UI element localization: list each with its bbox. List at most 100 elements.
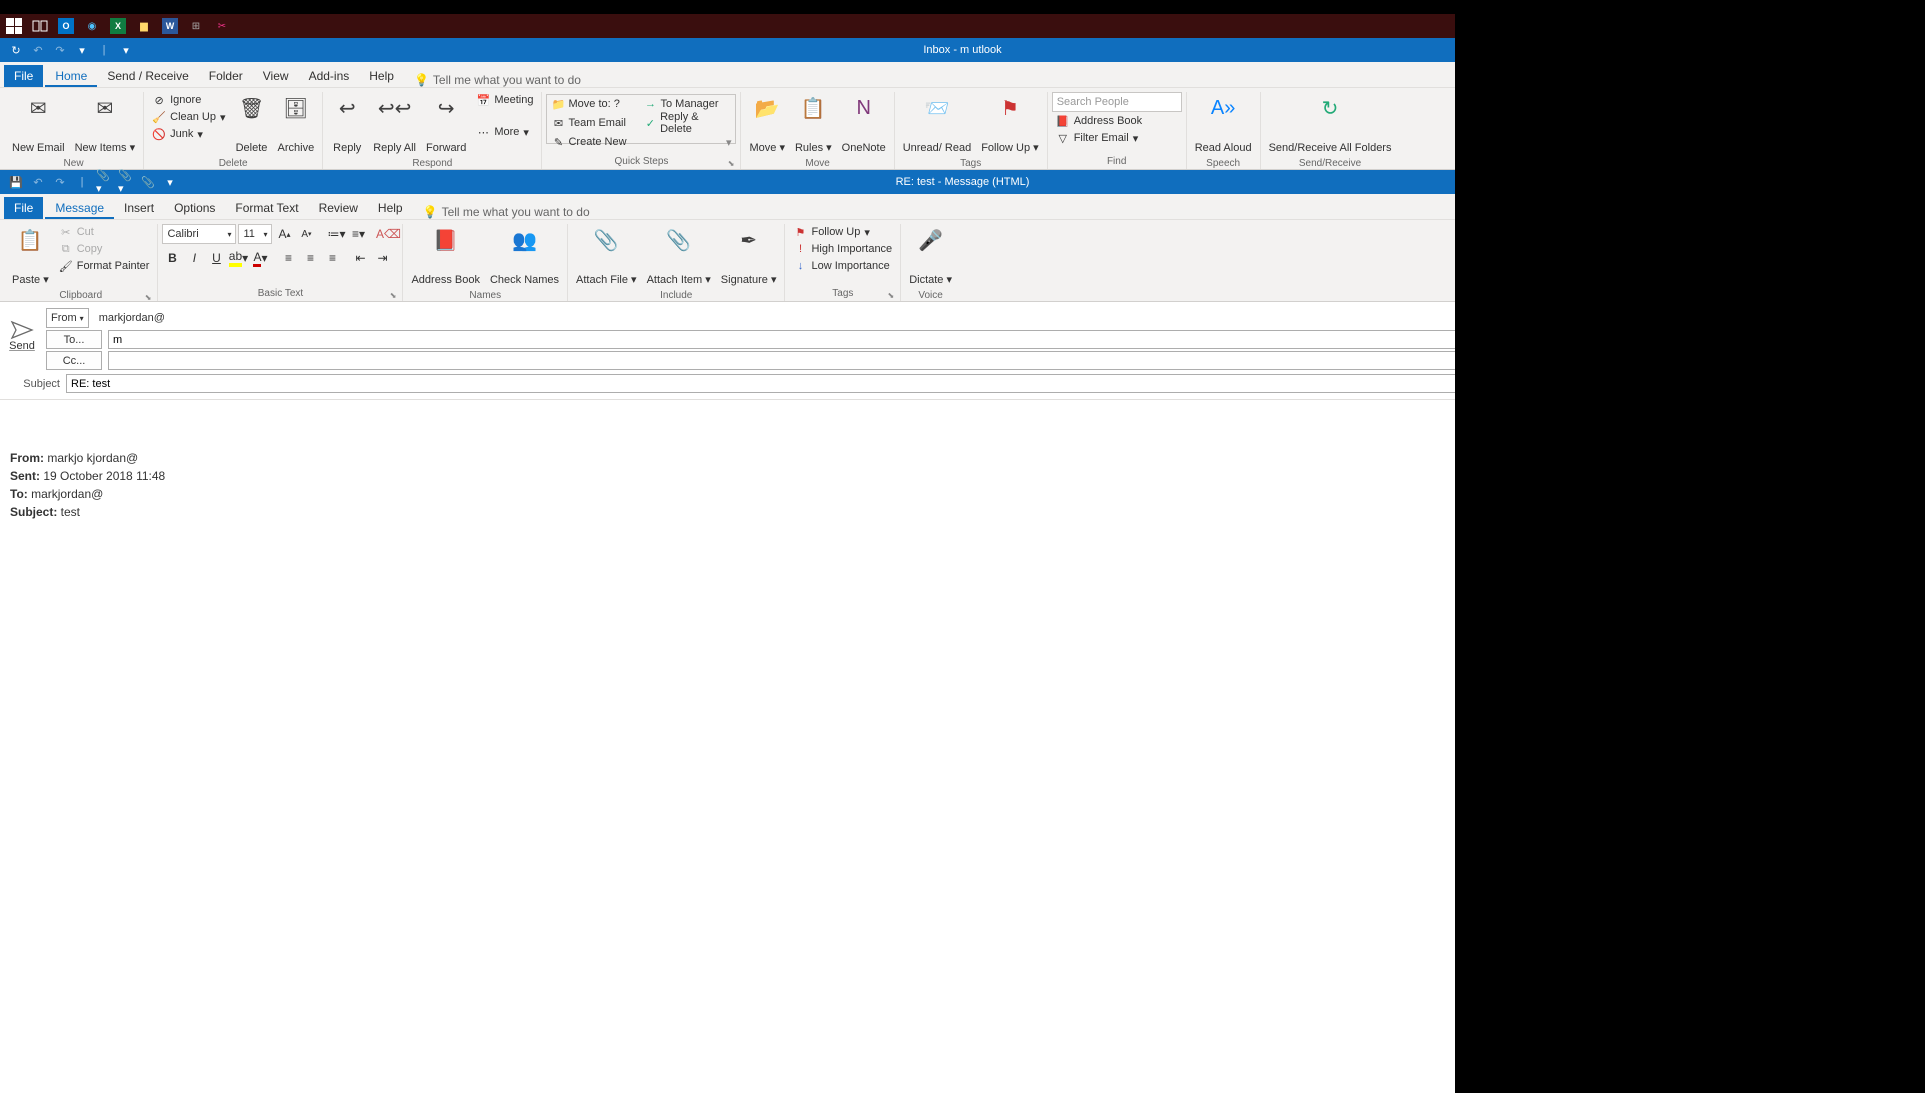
filter-email-button[interactable]: ▽Filter Email ▾: [1052, 130, 1182, 146]
cc-button[interactable]: Cc...: [46, 351, 102, 370]
unread-button[interactable]: 📨Unread/ Read: [899, 92, 976, 156]
address-book-button[interactable]: 📕Address Book: [407, 224, 483, 288]
clear-fmt-button[interactable]: A⌫: [378, 224, 398, 244]
taskview-icon[interactable]: [32, 18, 48, 34]
attach-item-button[interactable]: 📎Attach Item ▾: [643, 224, 715, 288]
qs-team[interactable]: ✉Team Email: [549, 111, 641, 135]
qat-more[interactable]: ▾: [74, 42, 90, 58]
junk-button[interactable]: 🚫Junk ▾: [148, 126, 229, 142]
paste-button[interactable]: 📋Paste ▾: [8, 224, 53, 288]
msg-tab-format[interactable]: Format Text: [225, 197, 308, 219]
read-aloud-button[interactable]: A»Read Aloud: [1191, 92, 1256, 156]
tellme-search[interactable]: 💡 Tell me what you want to do: [414, 73, 581, 87]
clip-launcher-icon[interactable]: ⬊: [145, 293, 152, 302]
copy-button[interactable]: ⧉Copy: [55, 241, 154, 257]
font-name-select[interactable]: Calibri▾: [162, 224, 236, 244]
tab-home[interactable]: Home: [45, 65, 97, 87]
reply-button[interactable]: ↩Reply: [327, 92, 367, 156]
qs-launcher-icon[interactable]: ⬊: [728, 159, 735, 168]
attach-qat-icon[interactable]: 📎▾: [96, 174, 112, 190]
tab-help[interactable]: Help: [359, 65, 404, 87]
font-size-select[interactable]: 11▾: [238, 224, 272, 244]
snip-icon[interactable]: ✂: [214, 18, 230, 34]
delete-button[interactable]: 🗑Delete: [232, 92, 272, 156]
send-button[interactable]: Send: [4, 308, 40, 364]
ignore-button[interactable]: ⊘Ignore: [148, 92, 229, 108]
word-icon[interactable]: W: [162, 18, 178, 34]
followup-button[interactable]: ⚑Follow Up ▾: [977, 92, 1042, 156]
high-importance-button[interactable]: !High Importance: [789, 241, 896, 257]
attach-file-button[interactable]: 📎Attach File ▾: [572, 224, 641, 288]
meeting-button[interactable]: 📅Meeting: [472, 92, 537, 108]
archive-button[interactable]: 🗄Archive: [274, 92, 319, 156]
explorer-icon[interactable]: ▆: [136, 18, 152, 34]
tab-view[interactable]: View: [253, 65, 299, 87]
tab-addins[interactable]: Add-ins: [299, 65, 360, 87]
grow-font-button[interactable]: A▴: [274, 224, 294, 244]
more-respond-button[interactable]: ⋯More ▾: [472, 124, 537, 140]
dictate-button[interactable]: 🎤Dictate ▾: [905, 224, 956, 288]
format-painter-button[interactable]: 🖌Format Painter: [55, 258, 154, 274]
msg-tellme[interactable]: 💡 Tell me what you want to do: [423, 205, 590, 219]
tab-sendreceive[interactable]: Send / Receive: [97, 65, 198, 87]
search-people-input[interactable]: Search People: [1052, 92, 1182, 112]
outdent-button[interactable]: ⇤: [350, 248, 370, 268]
qs-expand[interactable]: ▾: [641, 135, 733, 149]
qs-create[interactable]: ✎Create New: [549, 135, 641, 149]
quicksteps-gallery[interactable]: 📁Move to: ? →To Manager ✉Team Email ✓Rep…: [546, 94, 736, 144]
underline-button[interactable]: U: [206, 248, 226, 268]
msg-tab-insert[interactable]: Insert: [114, 197, 164, 219]
msg-tab-file[interactable]: File: [4, 197, 43, 219]
bold-button[interactable]: B: [162, 248, 182, 268]
qs-replydel[interactable]: ✓Reply & Delete: [641, 111, 733, 135]
msg-tab-help[interactable]: Help: [368, 197, 413, 219]
sync-icon[interactable]: ↻: [8, 42, 24, 58]
tab-file[interactable]: File: [4, 65, 43, 87]
check-names-button[interactable]: 👥Check Names: [486, 224, 563, 288]
addressbook-button[interactable]: 📕Address Book: [1052, 113, 1182, 129]
cut-button[interactable]: ✂Cut: [55, 224, 154, 240]
new-items-button[interactable]: ✉New Items ▾: [71, 92, 140, 156]
low-importance-button[interactable]: ↓Low Importance: [789, 258, 896, 274]
font-color-button[interactable]: A▾: [250, 248, 270, 268]
new-email-button[interactable]: ✉New Email: [8, 92, 69, 156]
qat-custom2[interactable]: ▾: [162, 174, 178, 190]
reply-all-button[interactable]: ↩↩Reply All: [369, 92, 420, 156]
align-right-button[interactable]: ≡: [322, 248, 342, 268]
bullets-button[interactable]: ≔▾: [326, 224, 346, 244]
indent-button[interactable]: ⇥: [372, 248, 392, 268]
qat-customize[interactable]: ▾: [118, 42, 134, 58]
undo-icon[interactable]: ↶: [30, 42, 46, 58]
qs-moveto[interactable]: 📁Move to: ?: [549, 97, 641, 111]
undo-msg-icon[interactable]: ↶: [30, 174, 46, 190]
tab-folder[interactable]: Folder: [199, 65, 253, 87]
save-icon[interactable]: 💾: [8, 174, 24, 190]
cleanup-button[interactable]: 🧹Clean Up ▾: [148, 109, 229, 125]
msg-tab-message[interactable]: Message: [45, 197, 114, 219]
redo-msg-icon[interactable]: ↷: [52, 174, 68, 190]
to-button[interactable]: To...: [46, 330, 102, 349]
msg-tab-options[interactable]: Options: [164, 197, 225, 219]
msg-tab-review[interactable]: Review: [309, 197, 368, 219]
onenote-button[interactable]: NOneNote: [838, 92, 890, 156]
align-left-button[interactable]: ≡: [278, 248, 298, 268]
move-button[interactable]: 📂Move ▾: [745, 92, 788, 156]
attach2-qat-icon[interactable]: 📎▾: [118, 174, 134, 190]
from-dropdown[interactable]: From ▾: [46, 308, 89, 328]
align-center-button[interactable]: ≡: [300, 248, 320, 268]
signature-button[interactable]: ✒Signature ▾: [717, 224, 781, 288]
highlight-button[interactable]: ab▾: [228, 248, 248, 268]
edge-icon[interactable]: ◉: [84, 18, 100, 34]
qs-tomanager[interactable]: →To Manager: [641, 97, 733, 111]
outlook-icon[interactable]: O: [58, 18, 74, 34]
qat-btn[interactable]: ↷: [52, 42, 68, 58]
forward-button[interactable]: ↪Forward: [422, 92, 470, 156]
tags-launcher-icon[interactable]: ⬊: [887, 291, 894, 300]
start-icon[interactable]: [6, 18, 22, 34]
sendreceive-all-button[interactable]: ↻Send/Receive All Folders: [1265, 92, 1396, 156]
attach3-qat-icon[interactable]: 📎: [140, 174, 156, 190]
followup-msg-button[interactable]: ⚑Follow Up ▾: [789, 224, 896, 240]
excel-icon[interactable]: X: [110, 18, 126, 34]
rules-button[interactable]: 📋Rules ▾: [791, 92, 836, 156]
numbers-button[interactable]: ≡▾: [348, 224, 368, 244]
